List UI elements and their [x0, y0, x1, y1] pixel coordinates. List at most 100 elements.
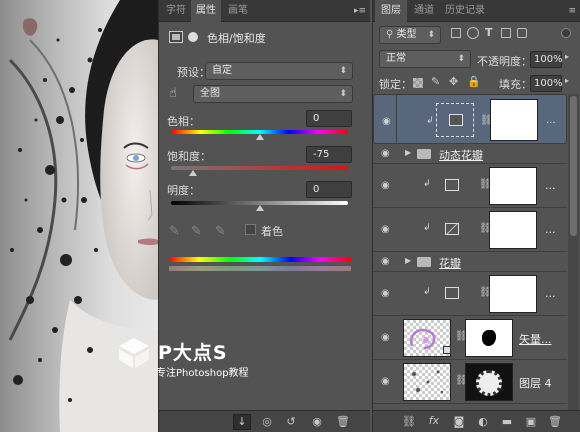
delete-layer-icon[interactable]: 🗑: [547, 415, 563, 428]
saturation-input[interactable]: -75: [306, 146, 352, 163]
opacity-input[interactable]: 100%: [530, 51, 563, 68]
group-name[interactable]: 花瓣: [439, 255, 461, 271]
clip-to-layer-icon[interactable]: ↓: [233, 414, 251, 430]
tab-channels[interactable]: 通道: [409, 0, 439, 22]
eyedropper-icon[interactable]: ✎: [169, 224, 180, 239]
folder-icon: [417, 149, 431, 159]
eyedropper-plus-icon[interactable]: ✎: [191, 224, 202, 239]
properties-bottom-toolbar: ↓ ◎ ↺ ◉ 🗑: [159, 410, 370, 432]
scrollbar-grip[interactable]: [570, 96, 577, 236]
clip-arrow-icon: ↲: [423, 179, 431, 189]
lock-pixels-icon[interactable]: ✎: [431, 75, 440, 88]
delete-icon[interactable]: 🗑: [335, 415, 351, 428]
filter-type-value: 类型: [396, 29, 417, 40]
lightness-input[interactable]: 0: [306, 181, 352, 198]
add-mask-icon[interactable]: ◙: [451, 415, 467, 428]
layer-name[interactable]: 矢量...: [519, 331, 552, 347]
lock-label: 锁定：: [379, 78, 412, 91]
filter-smart-object-icon[interactable]: [517, 28, 527, 38]
layer-group-row[interactable]: ◉ ▶ 动态花瓣: [373, 144, 567, 164]
layer-mask-thumb[interactable]: [465, 363, 513, 401]
eyedropper-minus-icon[interactable]: ✎: [215, 224, 226, 239]
new-layer-icon[interactable]: ▣: [523, 415, 539, 428]
tab-history[interactable]: 历史记录: [441, 0, 489, 22]
reset-icon[interactable]: ↺: [283, 415, 299, 428]
divider: [396, 95, 397, 145]
layers-scrollbar[interactable]: [568, 94, 579, 410]
lightness-slider-thumb[interactable]: [255, 205, 264, 211]
layer-name[interactable]: ...: [545, 223, 556, 236]
preset-select[interactable]: 自定 ⬍: [205, 62, 353, 80]
layer-name[interactable]: 图层 4: [519, 375, 552, 391]
lock-transparency-icon[interactable]: [413, 78, 423, 88]
hue-input[interactable]: 0: [306, 110, 352, 127]
fx-icon[interactable]: fx: [425, 414, 443, 427]
clip-arrow-icon: ↲: [423, 287, 431, 297]
select-arrows-icon: ⬍: [427, 30, 435, 40]
layer-mask-thumb[interactable]: [490, 99, 538, 141]
fill-dropdown-icon[interactable]: ▸: [565, 76, 569, 85]
layer-row[interactable]: ◉ ↲ ⛓ ...: [373, 208, 567, 252]
expand-chevron-icon[interactable]: ▶: [405, 148, 411, 157]
colorize-checkbox[interactable]: [245, 224, 256, 235]
fill-input[interactable]: 100%: [530, 75, 563, 92]
filter-type-text-icon[interactable]: T: [485, 26, 493, 39]
clip-arrow-icon: ↲: [423, 223, 431, 233]
layer-row[interactable]: ◉ ⛓ 矢量...: [373, 316, 567, 360]
group-name[interactable]: 动态花瓣: [439, 147, 483, 163]
saturation-slider-track[interactable]: [171, 166, 348, 170]
watermark: P大点S 专注Photoshop教程: [114, 334, 264, 384]
blend-mode-select[interactable]: 正常 ⬍: [379, 50, 471, 68]
filter-type-select[interactable]: ⚲ 类型 ⬍: [379, 26, 441, 44]
properties-menu-button[interactable]: ▸≡: [354, 0, 366, 22]
layer-thumb[interactable]: [403, 363, 451, 401]
new-adjustment-icon[interactable]: ◐: [475, 415, 491, 428]
search-icon: ⚲: [386, 29, 397, 40]
layer-row[interactable]: ◉ ↲ ⛓ ...: [373, 164, 567, 208]
tab-character[interactable]: 字符: [163, 0, 189, 22]
layer-mask-thumb[interactable]: [489, 275, 537, 313]
layer-mask-thumb[interactable]: [489, 211, 537, 249]
layers-menu-button[interactable]: ≡: [568, 0, 576, 22]
tab-properties[interactable]: 属性: [191, 0, 221, 22]
tab-layers[interactable]: 图层: [375, 0, 407, 22]
filter-shape-icon[interactable]: [501, 28, 511, 38]
hue-slider-thumb[interactable]: [255, 134, 264, 140]
layer-name[interactable]: ...: [545, 287, 556, 300]
link-layers-icon[interactable]: ⛓: [401, 415, 417, 428]
visibility-eye-icon[interactable]: ◉: [381, 224, 390, 235]
layer-name[interactable]: ...: [546, 113, 556, 129]
visibility-eye-icon[interactable]: ◉: [381, 180, 390, 191]
layer-group-row[interactable]: ◉ ▶ 花瓣: [373, 252, 567, 272]
layers-tabbar: 图层 通道 历史记录 ≡: [373, 0, 580, 22]
filter-pixel-icon[interactable]: [451, 28, 461, 38]
filter-toggle-switch[interactable]: [561, 28, 571, 38]
layer-mask-thumb[interactable]: [465, 319, 513, 357]
opacity-dropdown-icon[interactable]: ▸: [565, 52, 569, 61]
layer-row[interactable]: ◉ ↲ ⛓ ...: [373, 94, 567, 145]
properties-tabbar: 字符 属性 画笔 ▸≡: [159, 0, 370, 22]
layer-name[interactable]: ...: [545, 179, 556, 192]
layer-row[interactable]: ◉ ↲ ⛓ ...: [373, 272, 567, 316]
channel-select[interactable]: 全图 ⬍: [193, 85, 353, 103]
tab-brush[interactable]: 画笔: [223, 0, 253, 22]
layers-panel: 图层 通道 历史记录 ≡ ⚲ 类型 ⬍ T 正常 ⬍ 不透明度： 100% ▸ 锁定…: [372, 0, 580, 432]
visibility-eye-icon[interactable]: ◉: [381, 288, 390, 299]
visibility-eye-icon[interactable]: ◉: [381, 332, 390, 343]
lock-all-icon[interactable]: 🔒: [467, 75, 481, 88]
mask-icon[interactable]: [188, 32, 198, 42]
expand-chevron-icon[interactable]: ▶: [405, 256, 411, 265]
visibility-eye-icon[interactable]: ◉: [381, 256, 390, 267]
visibility-eye-icon[interactable]: ◉: [381, 148, 390, 159]
on-image-adjust-hand-icon[interactable]: ☝: [169, 86, 177, 101]
filter-adjustment-icon[interactable]: [467, 27, 479, 39]
view-previous-icon[interactable]: ◎: [259, 415, 275, 428]
visibility-icon[interactable]: ◉: [309, 415, 325, 428]
lock-position-icon[interactable]: ✥: [449, 75, 458, 88]
visibility-eye-icon[interactable]: ◉: [381, 376, 390, 387]
new-group-icon[interactable]: ▬: [499, 415, 515, 428]
layer-mask-thumb[interactable]: [489, 167, 537, 205]
saturation-slider-thumb[interactable]: [189, 170, 198, 176]
visibility-eye-icon[interactable]: ◉: [382, 114, 391, 130]
layer-row[interactable]: ◉ ⛓ 图层 4: [373, 360, 567, 404]
